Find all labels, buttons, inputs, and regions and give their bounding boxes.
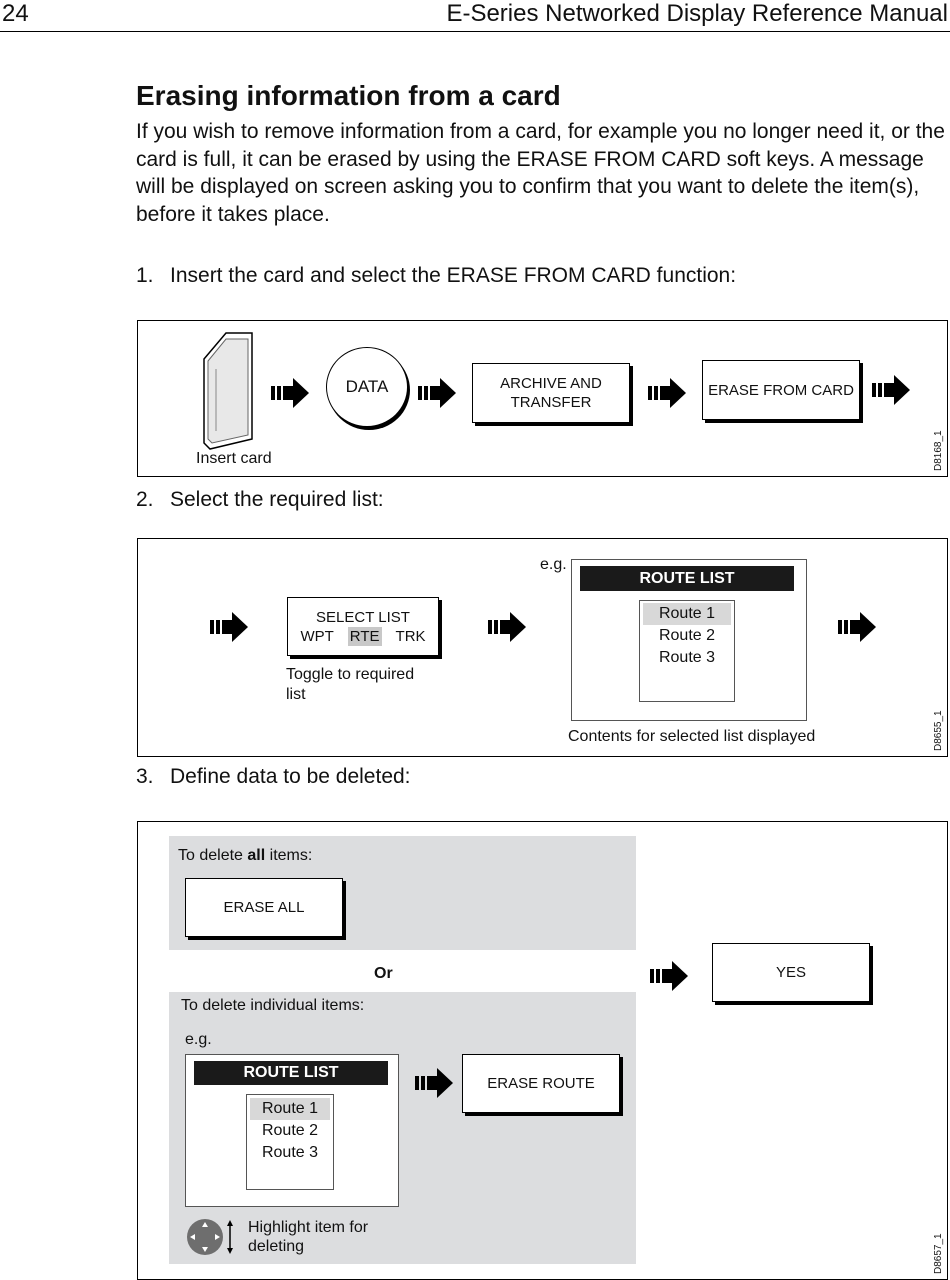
delete-all-label: To delete all items: — [178, 847, 313, 864]
figure-insert-card: Insert card DATA ARCHIVE AND TRANSFER ER… — [137, 320, 948, 477]
eg-label: e.g. — [185, 1031, 212, 1048]
route-list-panel: ROUTE LIST Route 1 Route 2 Route 3 — [185, 1054, 399, 1207]
step-number: 3. — [136, 765, 154, 788]
figure-define-data: To delete all items: ERASE ALL Or YES To… — [137, 821, 948, 1280]
arrow-right-icon — [210, 612, 248, 642]
step-text: Select the required list: — [170, 488, 384, 511]
select-list-title: SELECT LIST — [316, 608, 410, 626]
erase-route-key[interactable]: ERASE ROUTE — [462, 1054, 620, 1113]
step-1: 1. Insert the card and select the ERASE F… — [136, 264, 736, 288]
route-item-selected[interactable]: Route 1 — [643, 603, 731, 625]
list-options: WPT RTE TRK — [300, 626, 426, 646]
delete-individual-label: To delete individual items: — [181, 997, 365, 1014]
arrow-right-icon — [271, 378, 309, 408]
trackpad-arrows-icon — [187, 1219, 233, 1255]
archive-and-transfer-key[interactable]: ARCHIVE AND TRANSFER — [472, 363, 630, 423]
figure-id: D8168_1 — [933, 430, 944, 471]
memory-card-icon — [203, 332, 253, 450]
route-list: Route 1 Route 2 Route 3 — [246, 1094, 334, 1190]
delete-individual-panel: To delete individual items: e.g. ROUTE L… — [169, 992, 636, 1264]
arrow-right-icon — [650, 961, 688, 991]
highlight-caption: Highlight item for deleting — [248, 1219, 369, 1255]
step-text: Insert the card and select the ERASE FRO… — [170, 264, 737, 287]
erase-all-key[interactable]: ERASE ALL — [185, 878, 343, 937]
arrow-right-icon — [838, 612, 876, 642]
step-number: 1. — [136, 264, 154, 287]
figure-id: D8655_1 — [933, 710, 944, 751]
or-label: Or — [374, 965, 393, 982]
yes-key[interactable]: YES — [712, 943, 870, 1002]
arrow-right-icon — [648, 378, 686, 408]
select-list-key[interactable]: SELECT LIST WPT RTE TRK — [287, 597, 439, 656]
route-item-selected[interactable]: Route 1 — [250, 1098, 330, 1120]
arrow-right-icon — [872, 375, 910, 405]
figure-id: D8657_1 — [933, 1233, 944, 1274]
eg-label: e.g. — [540, 556, 567, 573]
route-list-title: ROUTE LIST — [580, 566, 794, 591]
data-key[interactable]: DATA — [326, 347, 408, 427]
page-number: 24 — [2, 0, 29, 27]
delete-all-panel: To delete all items: ERASE ALL — [169, 836, 636, 950]
route-list-panel: ROUTE LIST Route 1 Route 2 Route 3 — [571, 559, 807, 721]
contents-caption: Contents for selected list displayed — [568, 728, 816, 745]
step-2: 2. Select the required list: — [136, 488, 384, 512]
insert-card-label: Insert card — [196, 450, 272, 467]
route-item[interactable]: Route 2 — [247, 1120, 333, 1142]
arrow-right-icon — [315, 1064, 359, 1094]
manual-title: E-Series Networked Display Reference Man… — [446, 0, 948, 27]
step-number: 2. — [136, 488, 154, 511]
option-rte-selected[interactable]: RTE — [347, 626, 382, 646]
route-item[interactable]: Route 2 — [640, 625, 734, 647]
header-rule — [0, 31, 950, 32]
route-list: Route 1 Route 2 Route 3 — [639, 600, 735, 702]
arrow-right-icon — [488, 612, 526, 642]
route-item[interactable]: Route 3 — [640, 647, 734, 669]
arrow-right-icon — [415, 1068, 453, 1098]
intro-paragraph: If you wish to remove information from a… — [136, 120, 945, 226]
step-3: 3. Define data to be deleted: — [136, 765, 411, 789]
step-text: Define data to be deleted: — [170, 765, 411, 788]
option-wpt[interactable]: WPT — [300, 627, 333, 646]
section-title: Erasing information from a card — [136, 80, 561, 111]
route-item[interactable]: Route 3 — [247, 1142, 333, 1164]
toggle-caption: Toggle to required list — [286, 666, 415, 703]
figure-select-list: SELECT LIST WPT RTE TRK Toggle to requir… — [137, 538, 948, 757]
option-trk[interactable]: TRK — [396, 627, 426, 646]
arrow-right-icon — [418, 378, 456, 408]
erase-from-card-key[interactable]: ERASE FROM CARD — [702, 360, 860, 420]
